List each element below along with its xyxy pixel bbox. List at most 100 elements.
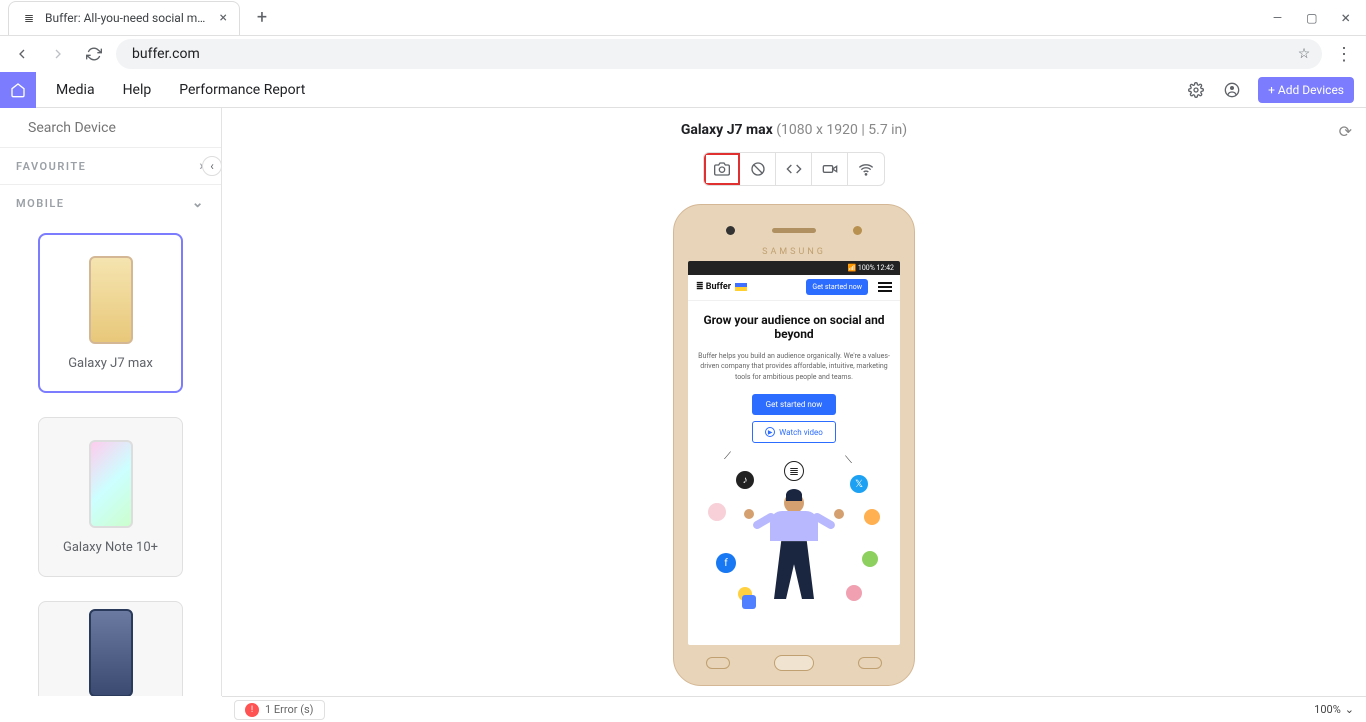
video-icon[interactable]	[812, 153, 848, 185]
app-menu: Media Help Performance Report	[36, 82, 325, 98]
tiktok-icon: ♪	[736, 471, 754, 489]
search-input[interactable]	[28, 120, 206, 136]
gear-icon[interactable]	[1186, 80, 1206, 100]
device-toolbar	[703, 152, 885, 186]
url-text: buffer.com	[132, 46, 1294, 62]
device-title: Galaxy J7 max (1080 x 1920 | 5.7 in)	[681, 122, 907, 138]
close-icon[interactable]: ×	[220, 10, 227, 26]
main-area: ‹ FAVOURITE › MOBILE ⌄ Galaxy J7 max Gal…	[0, 108, 1366, 696]
app-toolbar-right: + Add Devices	[1186, 77, 1366, 103]
menu-perf[interactable]: Performance Report	[179, 82, 305, 98]
back-key-icon[interactable]	[858, 657, 882, 669]
menu-help[interactable]: Help	[123, 82, 152, 98]
search-row	[0, 108, 221, 148]
person-illustration	[759, 493, 829, 603]
hamburger-icon[interactable]	[878, 282, 892, 292]
back-icon[interactable]	[8, 40, 36, 68]
sidebar: ‹ FAVOURITE › MOBILE ⌄ Galaxy J7 max Gal…	[0, 108, 222, 696]
add-devices-button[interactable]: + Add Devices	[1258, 77, 1354, 103]
device-thumb-icon	[89, 440, 133, 528]
phone-statusbar: 📶 100% 12:42	[688, 261, 900, 275]
flag-icon	[735, 283, 747, 291]
mobile-label: MOBILE	[16, 197, 65, 210]
buffer-icon: ≣	[784, 461, 804, 481]
status-footer: ! 1 Error (s) 100% ⌄	[222, 696, 1366, 722]
zoom-value: 100%	[1314, 703, 1341, 716]
brand-label: SAMSUNG	[762, 247, 826, 257]
rotate-icon[interactable]	[740, 153, 776, 185]
error-pill[interactable]: ! 1 Error (s)	[234, 700, 325, 720]
minimize-icon[interactable]: —	[1273, 11, 1282, 25]
orange-dot-icon	[864, 509, 880, 525]
speaker-icon	[772, 228, 816, 233]
recent-key-icon[interactable]	[706, 657, 730, 669]
browser-titlebar: ≣ Buffer: All-you-need social media... ×…	[0, 0, 1366, 36]
linkedin-icon	[742, 595, 756, 609]
device-card-j7[interactable]: Galaxy J7 max	[38, 233, 183, 393]
section-mobile[interactable]: MOBILE ⌄	[0, 185, 221, 221]
phone-frame: SAMSUNG 📶 100% 12:42 ≣ Buffer Get starte…	[673, 204, 915, 686]
soft-keys	[684, 651, 904, 675]
collapse-sidebar-icon[interactable]: ‹	[202, 156, 222, 176]
spark-icon: ⟋	[724, 451, 731, 462]
site-header: ≣ Buffer Get started now	[688, 275, 900, 301]
tab-title: Buffer: All-you-need social media...	[45, 11, 212, 25]
pinterest-icon	[846, 585, 862, 601]
section-favourite[interactable]: FAVOURITE ›	[0, 148, 221, 185]
instagram-icon	[708, 503, 726, 521]
favourite-label: FAVOURITE	[16, 160, 86, 173]
headline: Grow your audience on social and beyond	[698, 313, 890, 341]
front-camera-icon	[853, 226, 862, 235]
subheadline: Buffer helps you build an audience organ…	[698, 351, 890, 383]
phone-screen[interactable]: 📶 100% 12:42 ≣ Buffer Get started now Gr…	[688, 261, 900, 646]
home-key-icon[interactable]	[774, 655, 814, 671]
app-toolbar: Media Help Performance Report + Add Devi…	[0, 72, 1366, 108]
device-thumb-icon	[89, 256, 133, 344]
device-card-note9[interactable]: Galaxy Note 9	[38, 601, 183, 696]
close-window-icon[interactable]: ×	[1341, 8, 1350, 27]
devtools-icon[interactable]	[776, 153, 812, 185]
facebook-icon: f	[716, 553, 736, 573]
twitter-icon: 𝕏	[850, 475, 868, 493]
buffer-logo[interactable]: ≣ Buffer	[696, 282, 731, 292]
omnibox[interactable]: buffer.com ☆	[116, 39, 1322, 69]
wifi-icon[interactable]	[848, 153, 884, 185]
device-label: Galaxy Note 10+	[63, 540, 158, 555]
screenshot-icon[interactable]	[704, 153, 740, 185]
account-icon[interactable]	[1222, 80, 1242, 100]
header-cta-button[interactable]: Get started now	[806, 279, 868, 295]
bookmark-star-icon[interactable]: ☆	[1294, 46, 1314, 62]
new-tab-button[interactable]: +	[248, 4, 276, 32]
browser-menu-icon[interactable]: ⋮	[1330, 40, 1358, 68]
device-list: Galaxy J7 max Galaxy Note 10+ Galaxy Not…	[0, 221, 221, 696]
phone-top	[684, 215, 904, 247]
maximize-icon[interactable]: ▢	[1306, 11, 1317, 25]
play-icon: ▶	[765, 427, 775, 437]
device-card-note10[interactable]: Galaxy Note 10+	[38, 417, 183, 577]
site-content: Grow your audience on social and beyond …	[688, 301, 900, 646]
zoom-control[interactable]: 100% ⌄	[1314, 703, 1354, 716]
sensor-icon	[726, 226, 735, 235]
cta-primary-button[interactable]: Get started now	[752, 394, 837, 415]
green-dot-icon	[862, 551, 878, 567]
error-text: 1 Error (s)	[265, 703, 314, 716]
chevron-down-icon: ⌄	[192, 195, 205, 211]
home-icon[interactable]	[0, 72, 36, 108]
menu-media[interactable]: Media	[56, 82, 95, 98]
status-text: 📶 100% 12:42	[847, 264, 894, 272]
device-name: Galaxy J7 max	[681, 122, 773, 138]
browser-tab[interactable]: ≣ Buffer: All-you-need social media... ×	[8, 1, 240, 35]
spark-icon: ⟍	[845, 455, 852, 466]
device-viewport: ⟳ Galaxy J7 max (1080 x 1920 | 5.7 in) S…	[222, 108, 1366, 696]
device-thumb-icon	[89, 609, 133, 697]
device-label: Galaxy J7 max	[68, 356, 153, 371]
forward-icon[interactable]	[44, 40, 72, 68]
refresh-icon[interactable]: ⟳	[1339, 122, 1352, 141]
tab-favicon: ≣	[21, 10, 37, 26]
window-controls: — ▢ ×	[1273, 8, 1366, 27]
device-dims: (1080 x 1920 | 5.7 in)	[776, 122, 907, 138]
cta-secondary-label: Watch video	[779, 428, 823, 437]
address-bar: buffer.com ☆ ⋮	[0, 36, 1366, 72]
reload-icon[interactable]	[80, 40, 108, 68]
cta-secondary-button[interactable]: ▶ Watch video	[752, 421, 836, 443]
